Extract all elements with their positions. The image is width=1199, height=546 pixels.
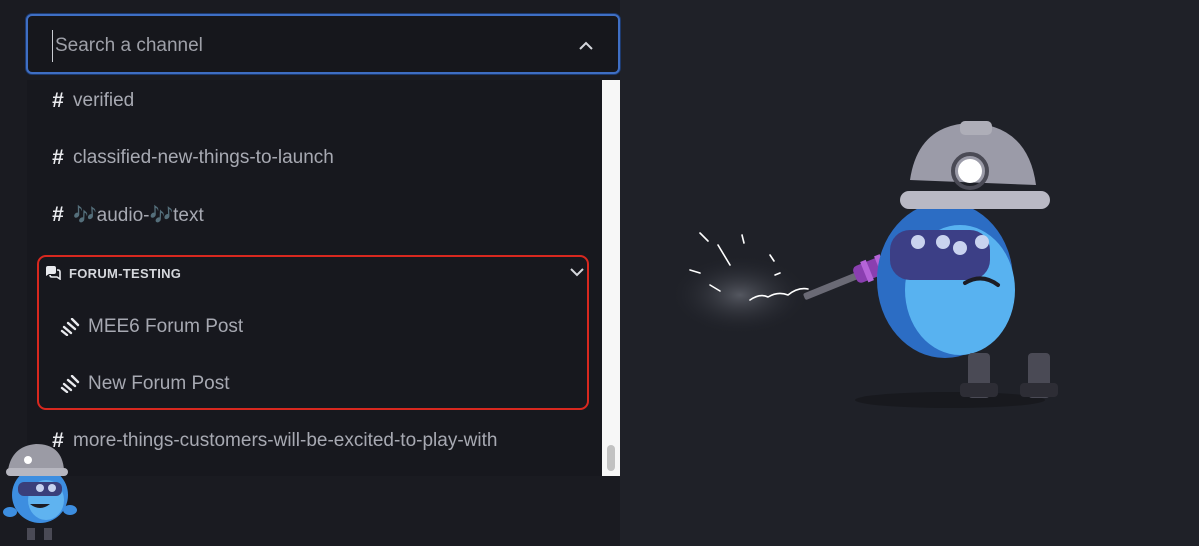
channel-label: verified [73,90,135,111]
scrollbar-thumb[interactable] [607,445,615,471]
robot-mascot-small-icon [3,444,77,540]
channel-item[interactable]: # more-things-customers-will-be-excited-… [27,413,602,469]
channel-dropdown-list: # verified # classified-new-things-to-la… [27,80,620,476]
forum-post-label: MEE6 Forum Post [88,316,244,337]
hash-icon: # [52,146,64,169]
chevron-down-icon[interactable] [569,264,585,280]
forum-icon [46,266,61,280]
thread-icon [60,375,80,393]
channel-label: 🎶audio-🎶text [73,205,204,226]
forum-category-title: FORUM-TESTING [69,265,182,281]
channel-label: classified-new-things-to-launch [73,147,334,168]
forum-category-header[interactable]: FORUM-TESTING [45,260,585,286]
channel-item[interactable]: # verified [27,80,602,129]
search-input[interactable] [52,30,537,62]
chevron-up-icon[interactable] [578,38,594,54]
thread-icon [60,318,80,336]
channel-label: more-things-customers-will-be-excited-to… [73,430,498,451]
forum-post-item[interactable]: MEE6 Forum Post [60,307,580,347]
scrollbar[interactable] [602,80,620,476]
hash-icon: # [52,89,64,112]
channel-item[interactable]: # 🎶audio-🎶text [27,187,602,243]
hash-icon: # [52,203,64,226]
forum-post-item[interactable]: New Forum Post [60,364,580,404]
channel-item[interactable]: # classified-new-things-to-launch [27,130,602,186]
robot-mascot-welder-icon [670,121,1058,408]
channel-picker-panel: # verified # classified-new-things-to-la… [0,0,620,546]
channel-search-box[interactable] [26,14,620,74]
forum-post-label: New Forum Post [88,373,230,394]
